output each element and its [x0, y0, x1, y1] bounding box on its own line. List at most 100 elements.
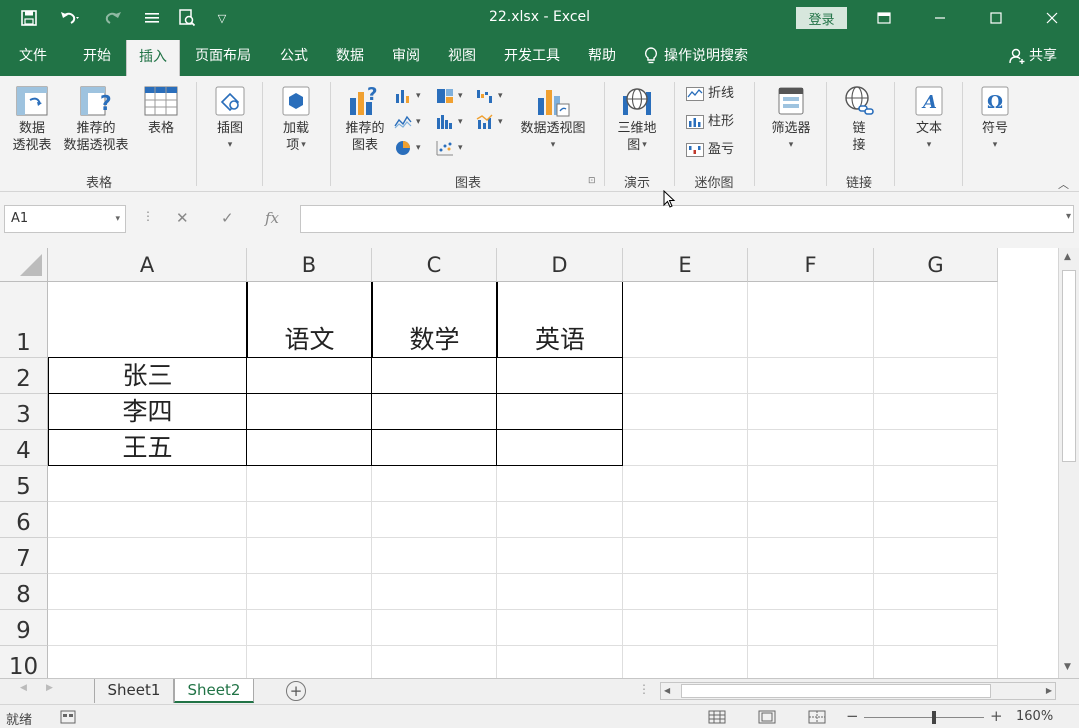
page-break-view-icon[interactable] [808, 710, 826, 724]
tab-insert[interactable]: 插入 [126, 40, 180, 76]
row-header-2[interactable]: 2 [0, 358, 48, 394]
text-button[interactable]: A 文本 ▾ [902, 80, 956, 154]
row-header-5[interactable]: 5 [0, 466, 48, 502]
formula-input[interactable] [300, 205, 1074, 233]
cell-a3[interactable]: 李四 [48, 394, 247, 430]
cell-b4[interactable] [247, 430, 372, 466]
tab-view[interactable]: 视图 [438, 36, 486, 76]
cell-g6[interactable] [874, 502, 998, 538]
chevron-down-icon[interactable]: ▾ [115, 206, 120, 232]
scatter-chart-button[interactable]: ▾ [436, 136, 463, 160]
zoom-in-icon[interactable]: + [990, 707, 1003, 725]
combo-chart-button[interactable]: ▾ [476, 110, 503, 134]
cell-f8[interactable] [748, 574, 874, 610]
hierarchy-chart-button[interactable]: ▾ [436, 84, 463, 108]
cell-g5[interactable] [874, 466, 998, 502]
row-header-1[interactable]: 1 [0, 282, 48, 358]
recommended-charts-button[interactable]: ? 推荐的 图表 [338, 80, 392, 154]
cell-c5[interactable] [372, 466, 497, 502]
tab-developer[interactable]: 开发工具 [494, 36, 570, 76]
cell-g1[interactable] [874, 282, 998, 358]
cell-e2[interactable] [623, 358, 748, 394]
cell-e1[interactable] [623, 282, 748, 358]
cell-d7[interactable] [497, 538, 623, 574]
next-sheet-icon[interactable]: ▶ [46, 683, 53, 693]
name-box[interactable]: A1 ▾ [4, 205, 126, 233]
collapse-ribbon-icon[interactable]: ︿ [1058, 176, 1069, 192]
close-icon[interactable] [1024, 0, 1079, 36]
cell-c4[interactable] [372, 430, 497, 466]
quick-access-more-icon[interactable]: ▽ [211, 7, 233, 29]
column-header-d[interactable]: D [497, 248, 623, 282]
cell-g9[interactable] [874, 610, 998, 646]
cell-b9[interactable] [247, 610, 372, 646]
column-header-f[interactable]: F [748, 248, 874, 282]
cell-d3[interactable] [497, 394, 623, 430]
add-sheet-icon[interactable]: + [286, 681, 306, 701]
cell-a6[interactable] [48, 502, 247, 538]
tab-review[interactable]: 审阅 [382, 36, 430, 76]
login-button[interactable]: 登录 [796, 7, 847, 29]
row-header-6[interactable]: 6 [0, 502, 48, 538]
cell-d9[interactable] [497, 610, 623, 646]
link-button[interactable]: 链 接 [834, 80, 884, 154]
vertical-scrollbar[interactable]: ▲ ▼ [1058, 248, 1079, 678]
cell-d5[interactable] [497, 466, 623, 502]
vertical-scroll-thumb[interactable] [1062, 270, 1076, 462]
pivot-chart-button[interactable]: 数据透视图 ▾ [512, 80, 594, 154]
cell-f10[interactable] [748, 646, 874, 678]
cell-c10[interactable] [372, 646, 497, 678]
share-button[interactable]: 共享 [1009, 36, 1057, 76]
scroll-up-icon[interactable]: ▲ [1064, 252, 1071, 262]
maximize-icon[interactable] [968, 0, 1024, 36]
illustrations-button[interactable]: 插图 ▾ [204, 80, 256, 154]
select-all-corner[interactable] [0, 248, 48, 282]
line-chart-button[interactable]: ▾ [394, 110, 421, 134]
row-header-7[interactable]: 7 [0, 538, 48, 574]
cell-b10[interactable] [247, 646, 372, 678]
cell-g7[interactable] [874, 538, 998, 574]
customize-menu-icon[interactable] [141, 7, 163, 29]
cell-c3[interactable] [372, 394, 497, 430]
cell-f6[interactable] [748, 502, 874, 538]
cell-d2[interactable] [497, 358, 623, 394]
zoom-slider-thumb[interactable] [932, 711, 936, 724]
tab-file[interactable]: 文件 [6, 36, 60, 76]
cell-a7[interactable] [48, 538, 247, 574]
cell-f3[interactable] [748, 394, 874, 430]
scroll-left-icon[interactable]: ◀ [664, 686, 670, 695]
expand-formula-icon[interactable]: ▾ [1066, 211, 1071, 222]
waterfall-chart-button[interactable]: ▾ [476, 84, 503, 108]
cell-e3[interactable] [623, 394, 748, 430]
prev-sheet-icon[interactable]: ◀ [20, 683, 27, 693]
sparkline-winloss-button[interactable]: 盈亏 [686, 138, 734, 162]
cell-b1[interactable]: 语文 [247, 282, 372, 358]
tab-formulas[interactable]: 公式 [270, 36, 318, 76]
cell-b7[interactable] [247, 538, 372, 574]
tab-data[interactable]: 数据 [326, 36, 374, 76]
cell-c2[interactable] [372, 358, 497, 394]
cell-g10[interactable] [874, 646, 998, 678]
cancel-icon[interactable]: ✕ [176, 209, 189, 227]
cell-c9[interactable] [372, 610, 497, 646]
cell-d1[interactable]: 英语 [497, 282, 623, 358]
cell-e6[interactable] [623, 502, 748, 538]
sheet-tab-sheet1[interactable]: Sheet1 [94, 679, 174, 703]
column-header-e[interactable]: E [623, 248, 748, 282]
zoom-level[interactable]: 160% [1016, 709, 1053, 724]
macro-record-icon[interactable] [60, 710, 76, 724]
cell-d4[interactable] [497, 430, 623, 466]
cell-g2[interactable] [874, 358, 998, 394]
undo-icon[interactable] [54, 7, 86, 29]
sparkline-column-button[interactable]: 柱形 [686, 110, 734, 134]
cell-b8[interactable] [247, 574, 372, 610]
cell-g3[interactable] [874, 394, 998, 430]
cell-e9[interactable] [623, 610, 748, 646]
scroll-down-icon[interactable]: ▼ [1064, 662, 1071, 672]
page-layout-view-icon[interactable] [758, 710, 776, 724]
3d-map-button[interactable]: 三维地 图 ▾ [610, 80, 664, 154]
recommended-pivot-button[interactable]: ? 推荐的 数据透视表 [58, 80, 134, 154]
row-header-8[interactable]: 8 [0, 574, 48, 610]
table-button[interactable]: 表格 [138, 80, 184, 137]
row-header-9[interactable]: 9 [0, 610, 48, 646]
